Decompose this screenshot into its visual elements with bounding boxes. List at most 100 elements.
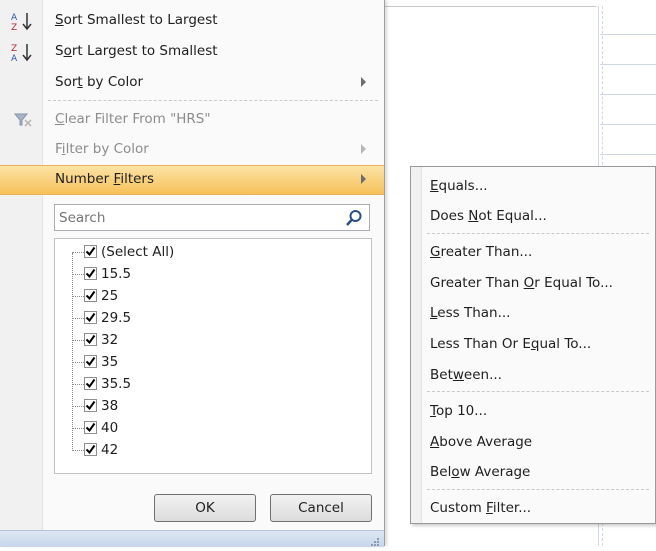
does-not-equal-item[interactable]: Does Not Equal... <box>411 201 655 231</box>
between-item[interactable]: Between... <box>411 360 655 390</box>
sort-smallest-to-largest-item[interactable]: A Z Sort Smallest to Largest <box>0 6 384 36</box>
select-all-row[interactable]: (Select All) <box>55 242 355 264</box>
filter-by-color-item: Filter by Color <box>0 135 384 165</box>
less-than-item[interactable]: Less Than... <box>411 298 655 328</box>
search-input[interactable] <box>57 207 341 229</box>
sort-largest-to-smallest-label: Sort Largest to Smallest <box>55 43 218 59</box>
greater-than-or-equal-label: Greater Than Or Equal To... <box>430 275 613 291</box>
values-checkbox-list[interactable]: (Select All) 15.5 25 29.5 32 35 35.5 38 … <box>54 238 372 474</box>
list-item[interactable]: 42 <box>55 440 355 462</box>
custom-filter-item[interactable]: Custom Filter... <box>411 493 655 523</box>
search-icon[interactable] <box>345 209 363 227</box>
select-all-checkbox[interactable] <box>84 245 97 258</box>
menu-resize-bar[interactable] <box>0 530 384 547</box>
svg-text:Z: Z <box>11 44 17 54</box>
submenu-arrow-icon <box>361 174 366 184</box>
below-average-item[interactable]: Below Average <box>411 457 655 487</box>
value-label: 15.5 <box>101 266 132 282</box>
value-label: 29.5 <box>101 310 132 326</box>
clear-filter-icon <box>10 109 36 131</box>
sort-by-color-item[interactable]: Sort by Color <box>0 68 384 98</box>
number-filters-item[interactable]: Number Filters <box>0 165 384 195</box>
menu-separator <box>427 233 649 234</box>
top-10-label: Top 10... <box>430 403 488 419</box>
svg-text:Z: Z <box>11 23 17 32</box>
grid-row-line <box>600 154 656 155</box>
number-filters-label: Number Filters <box>55 171 155 187</box>
less-than-or-equal-label: Less Than Or Equal To... <box>430 336 592 352</box>
search-box[interactable] <box>54 204 370 231</box>
tree-branch-line <box>72 362 84 363</box>
tree-branch-line <box>72 428 84 429</box>
value-label: 35.5 <box>101 376 132 392</box>
above-average-item[interactable]: Above Average <box>411 427 655 457</box>
filter-by-color-label: Filter by Color <box>55 141 149 157</box>
submenu-arrow-icon <box>361 144 366 154</box>
value-checkbox[interactable] <box>84 377 97 390</box>
grid-row-line <box>600 124 656 125</box>
equals-item[interactable]: Equals... <box>411 171 655 201</box>
tree-branch-line <box>72 340 84 341</box>
autofilter-menu: A Z Sort Smallest to Largest Z A Sort La… <box>0 0 385 547</box>
value-checkbox[interactable] <box>84 443 97 456</box>
sort-descending-icon: Z A <box>10 41 36 64</box>
cancel-button[interactable]: Cancel <box>270 494 372 522</box>
list-item[interactable]: 35.5 <box>55 374 355 396</box>
list-item[interactable]: 40 <box>55 418 355 440</box>
tree-branch-line <box>72 318 84 319</box>
value-label: 32 <box>101 332 119 348</box>
value-checkbox[interactable] <box>84 399 97 412</box>
menu-separator <box>48 100 378 101</box>
does-not-equal-label: Does Not Equal... <box>430 208 547 224</box>
list-item[interactable]: 32 <box>55 330 355 352</box>
list-item[interactable]: 38 <box>55 396 355 418</box>
value-checkbox[interactable] <box>84 311 97 324</box>
menu-separator <box>427 391 649 392</box>
submenu-arrow-icon <box>361 77 366 87</box>
above-average-label: Above Average <box>430 434 533 450</box>
resize-grip-icon[interactable] <box>370 535 380 546</box>
value-checkbox[interactable] <box>84 421 97 434</box>
grid-row-line <box>600 94 656 95</box>
grid-row-line <box>600 34 656 35</box>
menu-separator <box>427 489 649 490</box>
value-label: 40 <box>101 420 119 436</box>
grid-line <box>380 6 596 7</box>
svg-text:A: A <box>11 54 18 63</box>
between-label: Between... <box>430 367 502 383</box>
list-item[interactable]: 15.5 <box>55 264 355 286</box>
sort-largest-to-smallest-item[interactable]: Z A Sort Largest to Smallest <box>0 37 384 67</box>
clear-filter-label: Clear Filter From "HRS" <box>55 111 211 127</box>
select-all-label: (Select All) <box>101 244 175 260</box>
tree-branch-line <box>72 384 84 385</box>
value-label: 42 <box>101 442 119 458</box>
value-checkbox[interactable] <box>84 333 97 346</box>
greater-than-item[interactable]: Greater Than... <box>411 237 655 267</box>
less-than-label: Less Than... <box>430 305 511 321</box>
custom-filter-label: Custom Filter... <box>430 500 532 516</box>
tree-branch-line <box>72 274 84 275</box>
top-10-item[interactable]: Top 10... <box>411 396 655 426</box>
list-item[interactable]: 35 <box>55 352 355 374</box>
value-checkbox[interactable] <box>84 289 97 302</box>
value-checkbox[interactable] <box>84 267 97 280</box>
value-label: 38 <box>101 398 119 414</box>
ok-button[interactable]: OK <box>154 494 256 522</box>
value-checkbox[interactable] <box>84 355 97 368</box>
value-label: 25 <box>101 288 119 304</box>
grid-row-line <box>600 64 656 65</box>
number-filters-submenu: Equals... Does Not Equal... Greater Than… <box>410 166 656 524</box>
sort-smallest-to-largest-label: Sort Smallest to Largest <box>55 12 218 28</box>
tree-branch-line <box>72 252 84 253</box>
greater-than-or-equal-item[interactable]: Greater Than Or Equal To... <box>411 268 655 298</box>
clear-filter-item: Clear Filter From "HRS" <box>0 105 384 135</box>
greater-than-label: Greater Than... <box>430 244 533 260</box>
tree-branch-line <box>72 296 84 297</box>
sort-ascending-icon: A Z <box>10 10 36 33</box>
svg-text:A: A <box>11 13 18 23</box>
less-than-or-equal-item[interactable]: Less Than Or Equal To... <box>411 329 655 359</box>
tree-branch-line <box>72 450 84 451</box>
list-item[interactable]: 25 <box>55 286 355 308</box>
tree-branch-line <box>72 406 84 407</box>
list-item[interactable]: 29.5 <box>55 308 355 330</box>
